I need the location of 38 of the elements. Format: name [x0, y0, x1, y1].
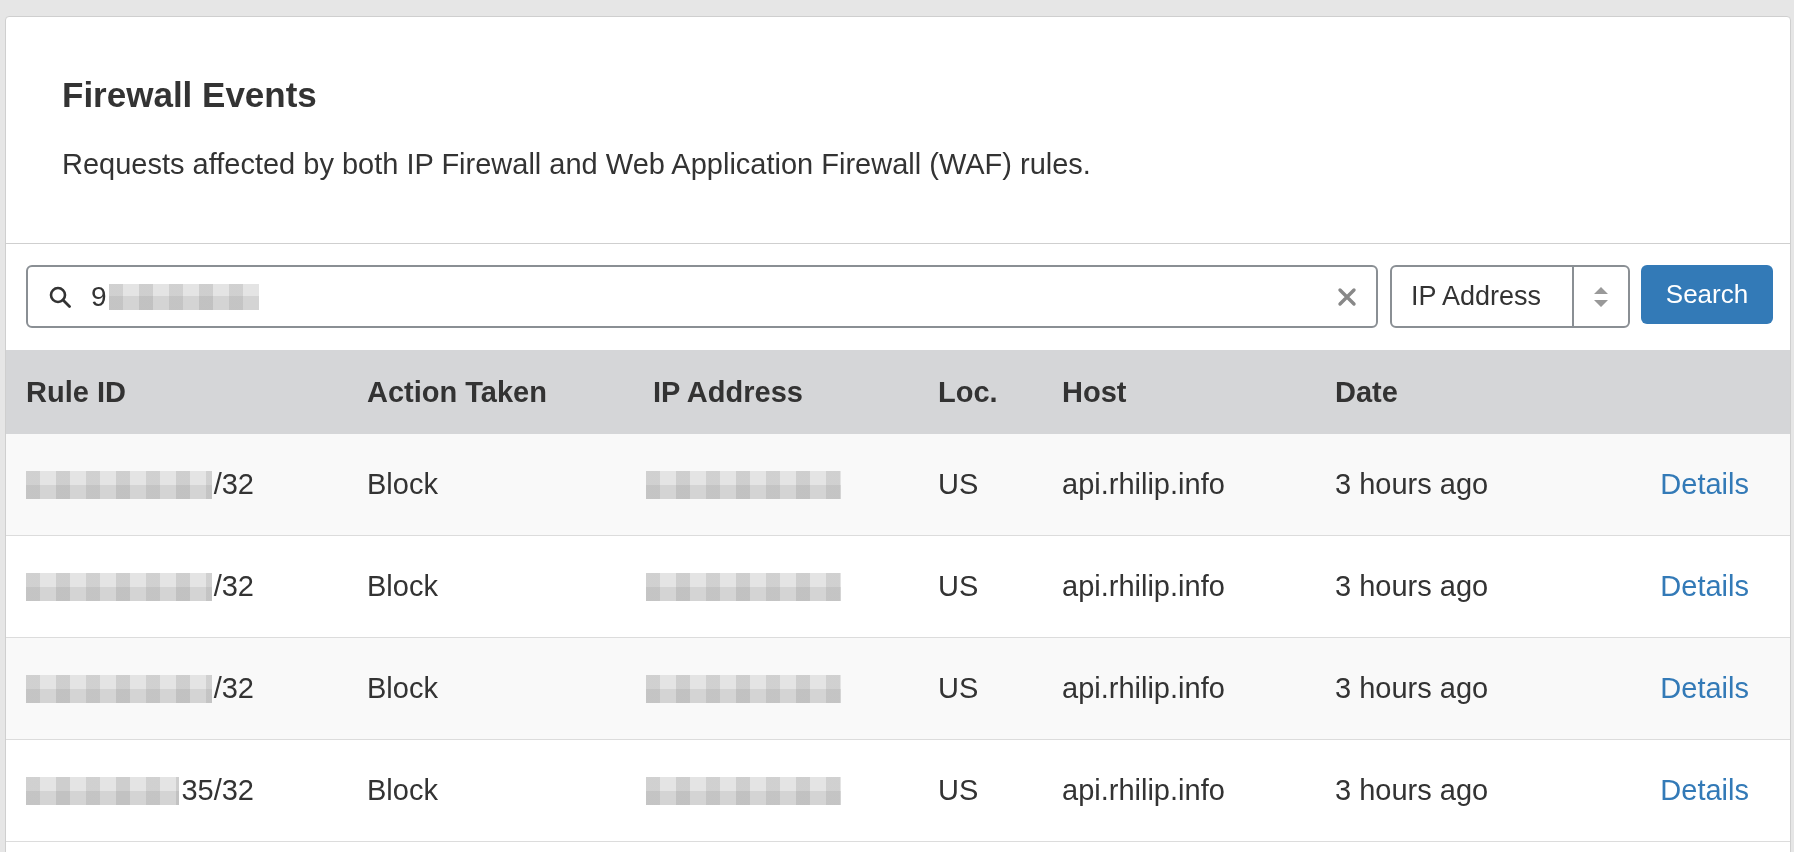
column-header: Host: [1062, 375, 1127, 409]
clear-icon[interactable]: [1337, 286, 1357, 307]
column-header: Action Taken: [367, 375, 547, 409]
date-text: 3 hours ago: [1335, 468, 1489, 501]
column-header: Rule ID: [26, 375, 126, 409]
updown-caret-icon: [1593, 285, 1609, 308]
search-icon: [49, 285, 71, 308]
date-text: 3 hours ago: [1335, 570, 1489, 603]
search-button[interactable]: Search: [1641, 265, 1773, 324]
action-text: Block: [367, 672, 438, 705]
column-header: Loc.: [938, 375, 998, 409]
date-text: 3 hours ago: [1335, 672, 1489, 705]
details-link[interactable]: Details: [1660, 468, 1749, 501]
details-link[interactable]: Details: [1660, 570, 1749, 603]
host-text: api.rhilip.info: [1062, 672, 1225, 705]
action-text: Block: [367, 774, 438, 807]
rule-id-text: /32: [213, 468, 254, 501]
host-text: api.rhilip.info: [1062, 774, 1225, 807]
details-link[interactable]: Details: [1660, 774, 1749, 807]
date-text: 3 hours ago: [1335, 774, 1489, 807]
column-header: Date: [1335, 375, 1398, 409]
location-text: US: [938, 570, 979, 603]
filter-select[interactable]: IP Address: [1390, 265, 1630, 328]
host-text: api.rhilip.info: [1062, 468, 1225, 501]
card-title: Firewall Events: [62, 74, 318, 116]
location-text: US: [938, 672, 979, 705]
card-description: Requests affected by both IP Firewall and Web Application Firewall (WAF) rules.: [62, 147, 1092, 182]
rule-id-text: /32: [213, 570, 254, 603]
location-text: US: [938, 468, 979, 501]
rule-id-text: 35/32: [181, 774, 254, 807]
column-header: IP Address: [653, 375, 803, 409]
action-text: Block: [367, 468, 438, 501]
details-link[interactable]: Details: [1660, 672, 1749, 705]
rule-id-text: /32: [213, 672, 254, 705]
location-text: US: [938, 774, 979, 807]
search-field[interactable]: 9: [26, 265, 1378, 328]
action-text: Block: [367, 570, 438, 603]
host-text: api.rhilip.info: [1062, 570, 1225, 603]
